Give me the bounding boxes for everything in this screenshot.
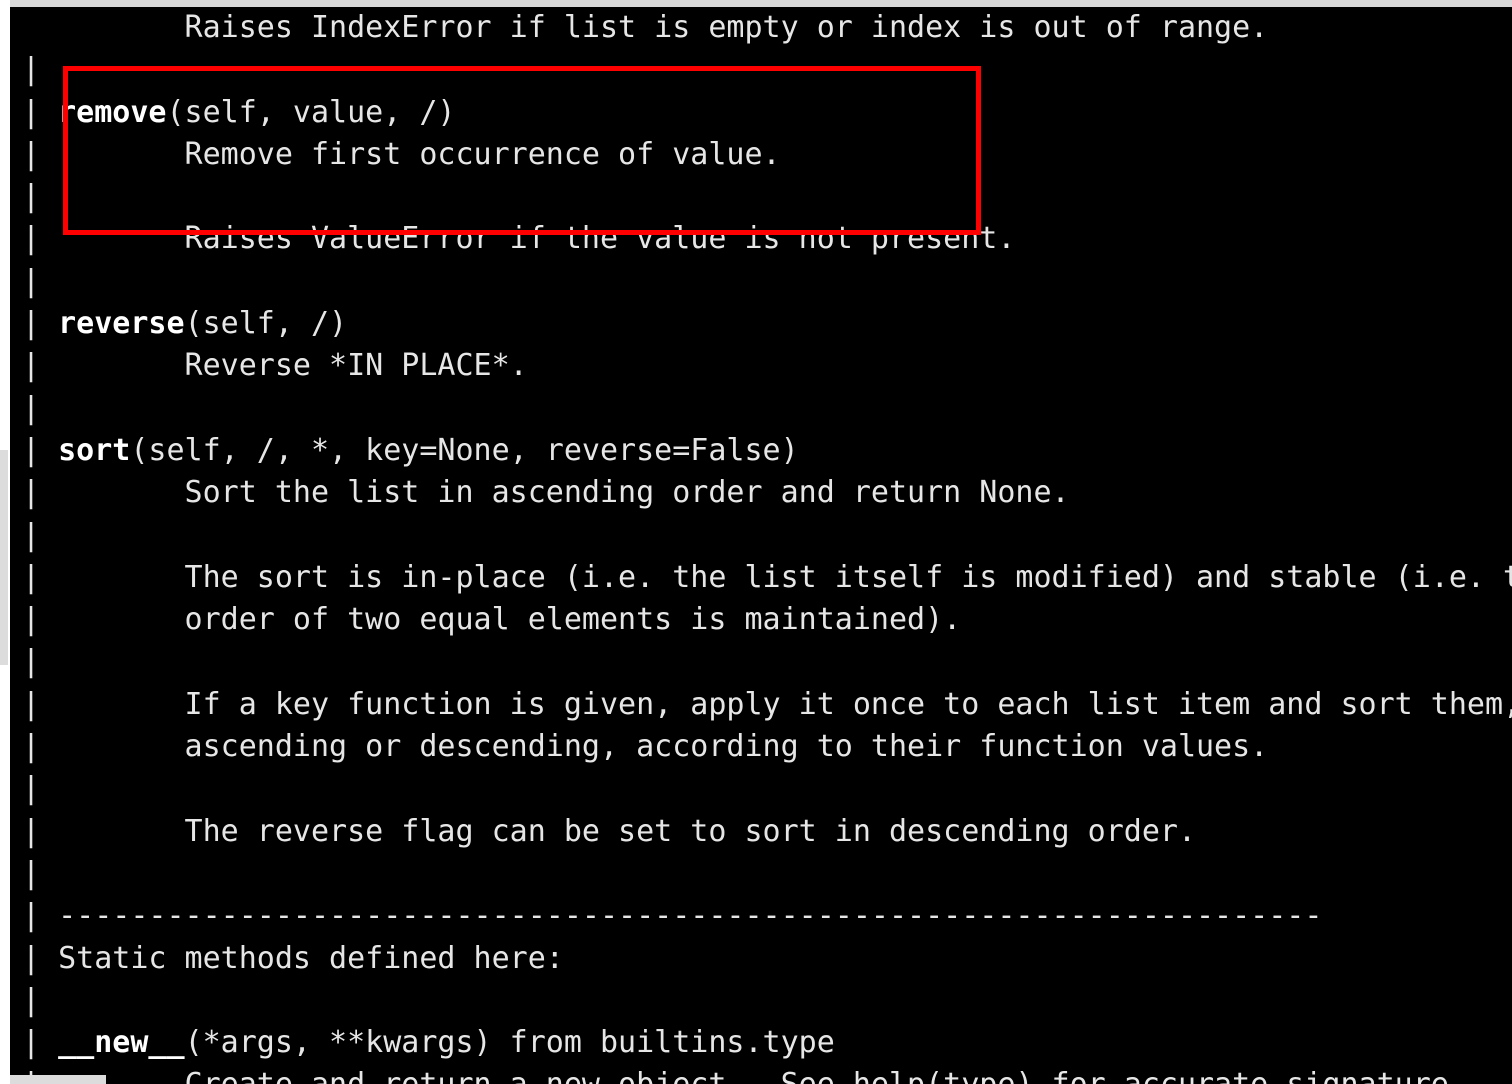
terminal-line: | reverse(self, /) bbox=[22, 303, 1512, 345]
terminal-line: | sort(self, /, *, key=None, reverse=Fal… bbox=[22, 430, 1512, 472]
terminal-gutter-bar: | bbox=[22, 686, 41, 722]
terminal-gutter-bar: | bbox=[22, 982, 41, 1018]
terminal-text: ascending or descending, according to th… bbox=[40, 729, 1269, 765]
horizontal-scrollbar-track-top[interactable] bbox=[0, 0, 1512, 7]
terminal-identifier: reverse bbox=[58, 306, 185, 342]
terminal-text: (*args, **kwargs) from builtins.type bbox=[184, 1025, 835, 1061]
terminal-line: | If a key function is given, apply it o… bbox=[22, 684, 1512, 726]
terminal-line: | Raises ValueError if the value is not … bbox=[22, 218, 1512, 260]
terminal-gutter-bar: | bbox=[22, 771, 41, 807]
terminal-line: | Create and return a new object. See he… bbox=[22, 1064, 1512, 1084]
terminal-text: Sort the list in ascending order and ret… bbox=[40, 475, 1070, 511]
terminal-line: | Static methods defined here: bbox=[22, 938, 1512, 980]
terminal-line: | bbox=[22, 641, 1512, 683]
terminal-gutter-bar: | bbox=[22, 644, 41, 680]
terminal-line: | remove(self, value, /) bbox=[22, 92, 1512, 134]
terminal-line: | bbox=[22, 49, 1512, 91]
terminal-line: | bbox=[22, 515, 1512, 557]
horizontal-scrollbar-thumb[interactable] bbox=[10, 1075, 106, 1084]
terminal-line: Raises IndexError if list is empty or in… bbox=[22, 7, 1512, 49]
terminal-identifier: __new__ bbox=[58, 1025, 185, 1061]
terminal-gutter-bar: | bbox=[22, 813, 41, 849]
terminal-line: | --------------------------------------… bbox=[22, 895, 1512, 937]
terminal-line: | bbox=[22, 261, 1512, 303]
terminal-gutter-bar: | bbox=[22, 52, 41, 88]
terminal-text: Remove first occurrence of value. bbox=[40, 136, 781, 172]
terminal-gutter-bar: | bbox=[22, 475, 41, 511]
terminal-text: Raises IndexError if list is empty or in… bbox=[40, 10, 1269, 45]
vertical-scrollbar-thumb[interactable] bbox=[0, 450, 8, 665]
terminal-line: | order of two equal elements is maintai… bbox=[22, 599, 1512, 641]
terminal-gutter-bar: | bbox=[22, 855, 41, 891]
terminal-line: | Reverse *IN PLACE*. bbox=[22, 345, 1512, 387]
terminal-text: (self, /, *, key=None, reverse=False) bbox=[130, 432, 799, 468]
terminal-line: | bbox=[22, 176, 1512, 218]
terminal-text: If a key function is given, apply it onc… bbox=[40, 686, 1512, 722]
terminal-line: | bbox=[22, 853, 1512, 895]
terminal-text-lines: Raises IndexError if list is empty or in… bbox=[10, 7, 1512, 1084]
terminal-line: | The reverse flag can be set to sort in… bbox=[22, 811, 1512, 853]
terminal-gutter-bar: | bbox=[22, 306, 41, 342]
terminal-gutter-bar: | bbox=[22, 94, 41, 130]
terminal-gutter-bar: | bbox=[22, 136, 41, 172]
terminal-line: | bbox=[22, 388, 1512, 430]
terminal-gutter-bar: | bbox=[22, 729, 41, 765]
terminal-text: order of two equal elements is maintaine… bbox=[40, 602, 962, 638]
terminal-gutter-bar: | bbox=[22, 602, 41, 638]
terminal-text: Create and return a new object. See help… bbox=[40, 1067, 1467, 1084]
terminal-line: | bbox=[22, 980, 1512, 1022]
terminal-output-pane[interactable]: Raises IndexError if list is empty or in… bbox=[10, 7, 1512, 1084]
terminal-text: The sort is in-place (i.e. the list itse… bbox=[40, 559, 1512, 595]
screenshot-root: Raises IndexError if list is empty or in… bbox=[0, 0, 1512, 1084]
terminal-text: The reverse flag can be set to sort in d… bbox=[40, 813, 1196, 849]
terminal-line: | __new__(*args, **kwargs) from builtins… bbox=[22, 1022, 1512, 1064]
terminal-gutter-bar: | bbox=[22, 898, 41, 934]
terminal-gutter-bar: | bbox=[22, 517, 41, 553]
terminal-identifier: remove bbox=[58, 94, 167, 130]
terminal-line: | ascending or descending, according to … bbox=[22, 726, 1512, 768]
terminal-identifier: sort bbox=[58, 432, 131, 468]
terminal-text: Reverse *IN PLACE*. bbox=[40, 348, 528, 384]
terminal-gutter-bar: | bbox=[22, 179, 41, 215]
terminal-text: ----------------------------------------… bbox=[40, 898, 1323, 934]
terminal-text: (self, /) bbox=[184, 306, 348, 342]
terminal-line: | The sort is in-place (i.e. the list it… bbox=[22, 557, 1512, 599]
terminal-line: | bbox=[22, 768, 1512, 810]
terminal-gutter-bar: | bbox=[22, 432, 41, 468]
terminal-gutter-bar: | bbox=[22, 263, 41, 299]
terminal-gutter-bar: | bbox=[22, 221, 41, 257]
terminal-gutter-bar: | bbox=[22, 1025, 41, 1061]
terminal-gutter-bar: | bbox=[22, 940, 41, 976]
terminal-gutter-bar: | bbox=[22, 348, 41, 384]
terminal-line: | Sort the list in ascending order and r… bbox=[22, 472, 1512, 514]
terminal-text: Raises ValueError if the value is not pr… bbox=[40, 221, 1016, 257]
vertical-scrollbar-track[interactable] bbox=[0, 0, 10, 1084]
terminal-text: (self, value, /) bbox=[166, 94, 456, 130]
terminal-text: Static methods defined here: bbox=[40, 940, 564, 976]
terminal-gutter-bar bbox=[22, 10, 40, 45]
terminal-gutter-bar: | bbox=[22, 390, 41, 426]
terminal-gutter-bar: | bbox=[22, 559, 41, 595]
terminal-line: | Remove first occurrence of value. bbox=[22, 134, 1512, 176]
